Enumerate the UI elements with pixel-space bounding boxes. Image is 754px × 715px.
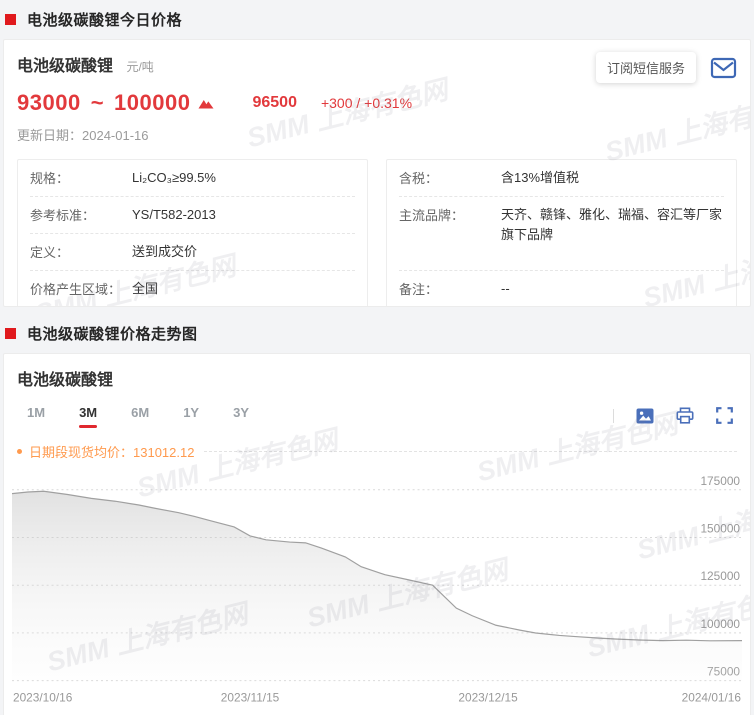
section-header-price-trend: 电池级碳酸锂价格走势图 [0,314,754,353]
update-date-label: 更新日期： [17,128,82,143]
price-range-separator: ~ [91,90,104,116]
spec-value: 天齐、赣锋、雅化、瑞福、容汇等厂家旗下品牌 [501,205,724,245]
price-change: +300 / +0.31% [321,95,412,111]
product-title-group: 电池级碳酸锂 元/吨 [17,52,154,76]
x-axis-label: 2024/01/16 [682,690,742,704]
page: 电池级碳酸锂今日价格 SMM 上海有色网 SMM 上海有色网 SMM 上海有色网… [0,0,754,715]
spec-row: 参考标准：YS/T582-2013 [30,197,355,234]
printer-icon[interactable] [676,407,694,424]
price-chart[interactable]: 750001000001250001500001750002023/10/162… [12,467,742,706]
spec-value: 送到成交价 [132,242,355,262]
envelope-icon[interactable] [710,56,737,80]
spec-value: Li₂CO₃≥99.5% [132,168,355,188]
spec-value: YS/T582-2013 [132,205,355,225]
spec-table-left: 规格：Li₂CO₃≥99.5%参考标准：YS/T582-2013定义：送到成交价… [17,159,368,307]
spec-label: 价格产生区域： [30,279,132,298]
dashed-separator [204,451,737,452]
y-axis-label: 175000 [700,474,740,488]
update-date-value: 2024-01-16 [82,128,149,143]
legend-dot-icon [17,449,22,454]
section-title-price-trend: 电池级碳酸锂价格走势图 [27,323,198,344]
spec-label: 定义： [30,242,132,261]
spec-label: 主流品牌： [399,205,501,224]
section-header-today-price: 电池级碳酸锂今日价格 [0,0,754,39]
y-axis-label: 100000 [700,617,740,631]
tab-1y[interactable]: 1Y [183,405,199,426]
price-card: SMM 上海有色网 SMM 上海有色网 SMM 上海有色网 SMM 上海有色网 … [3,39,751,307]
area-fill [12,491,742,680]
spec-value: 含13%增值税 [501,168,724,188]
tab-1m[interactable]: 1M [27,405,45,426]
tab-3y[interactable]: 3Y [233,405,249,426]
spec-row: 含税：含13%增值税 [399,160,724,197]
price-unit: 元/吨 [126,60,153,74]
x-axis-label: 2023/10/16 [13,690,73,704]
spec-row: 定义：送到成交价 [30,234,355,271]
y-axis-label: 125000 [700,569,740,583]
spec-row: 价格产生区域：全国 [30,271,355,307]
avg-price: 96500 [252,94,297,112]
product-name: 电池级碳酸锂 [17,58,113,75]
save-image-icon[interactable] [636,408,654,424]
tab-6m[interactable]: 6M [131,405,149,426]
spec-label: 备注： [399,279,501,298]
spec-table-right: 含税：含13%增值税主流品牌：天齐、赣锋、雅化、瑞福、容汇等厂家旗下品牌备注：-… [386,159,737,307]
chart-card: SMM 上海有色网 SMM 上海有色网 SMM 上海有色网 SMM 上海有色网 … [3,353,751,715]
up-arrow-icon [198,98,214,109]
time-range-tabs: 1M 3M 6M 1Y 3Y [17,405,283,426]
price-chart-svg: 750001000001250001500001750002023/10/162… [12,467,742,706]
tab-3m[interactable]: 3M [79,405,97,426]
fullscreen-icon[interactable] [716,407,733,424]
red-square-bullet [5,14,16,25]
red-square-bullet [5,328,16,339]
toolbar-divider [613,409,614,423]
spec-row: 备注：-- [399,271,724,307]
spec-label: 规格： [30,168,132,187]
spec-value: 全国 [132,279,355,299]
price-low: 93000 [17,90,81,116]
x-axis-label: 2023/12/15 [458,690,518,704]
spec-row: 规格：Li₂CO₃≥99.5% [30,160,355,197]
spec-row: 主流品牌：天齐、赣锋、雅化、瑞福、容汇等厂家旗下品牌 [399,197,724,271]
chart-title: 电池级碳酸锂 [17,366,737,390]
spec-value: -- [501,279,724,299]
y-axis-label: 150000 [700,522,740,536]
section-title-today-price: 电池级碳酸锂今日价格 [27,9,182,30]
spec-label: 含税： [399,168,501,187]
price-high: 100000 [114,90,190,116]
spec-label: 参考标准： [30,205,132,224]
chart-legend: 日期段现货均价：131012.12 [17,442,737,461]
x-axis-label: 2023/11/15 [221,690,280,704]
subscribe-sms-button[interactable]: 订阅短信服务 [596,52,696,83]
legend-text: 日期段现货均价：131012.12 [29,442,194,461]
update-date-row: 更新日期：2024-01-16 [17,125,737,144]
